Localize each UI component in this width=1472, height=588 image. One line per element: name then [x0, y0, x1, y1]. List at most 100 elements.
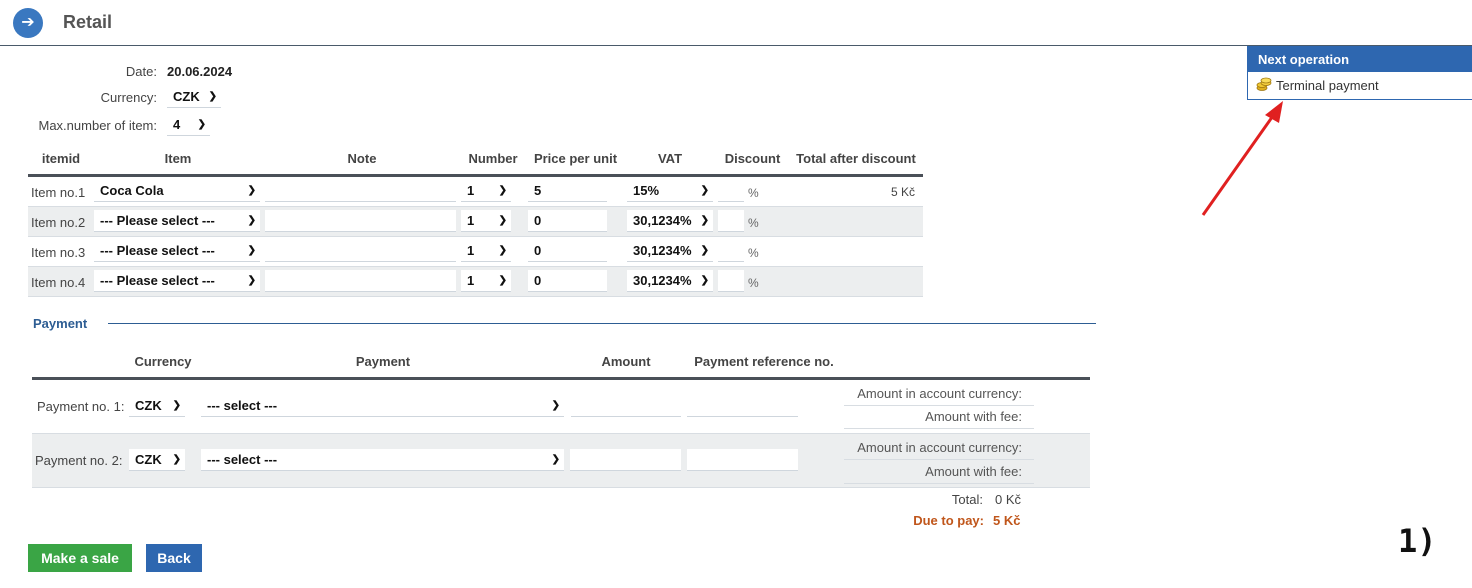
- payment-reference-input[interactable]: [687, 395, 798, 417]
- discount-input[interactable]: [718, 180, 744, 202]
- chevron-down-icon: ❯: [208, 91, 217, 102]
- payment-currency-select[interactable]: CZK ❯: [129, 449, 185, 471]
- number-select[interactable]: 1 ❯: [461, 240, 511, 262]
- col-vat: VAT: [657, 151, 683, 166]
- vat-select[interactable]: 15% ❯: [627, 180, 713, 202]
- chevron-down-icon: ❯: [498, 245, 507, 256]
- payment-amount-input[interactable]: [571, 395, 681, 417]
- total-amount: 0 Kč: [995, 492, 1022, 507]
- currency-select[interactable]: CZK ❯: [167, 86, 221, 108]
- note-input[interactable]: [265, 210, 456, 232]
- max-items-select[interactable]: 4 ❯: [167, 114, 210, 136]
- table-row: Item no.2 --- Please select --- ❯ 1 ❯ 0 30…: [28, 207, 923, 237]
- item-select[interactable]: --- Please select --- ❯: [94, 240, 260, 262]
- payment-currency-select[interactable]: CZK ❯: [129, 395, 185, 417]
- annotation-arrow-icon: [1201, 101, 1283, 216]
- amount-with-fee-label: Amount with fee:: [925, 409, 1022, 424]
- table-row: Item no.1 Coca Cola ❯ 1 ❯ 5 15% ❯ % 5 Kč: [28, 177, 923, 207]
- percent-sign: %: [748, 186, 759, 200]
- price-input[interactable]: 0: [528, 210, 607, 232]
- chevron-down-icon: ❯: [498, 185, 507, 196]
- col-pay-reference: Payment reference no.: [694, 354, 834, 369]
- table-row: Item no.3 --- Please select --- ❯ 1 ❯ 0 30…: [28, 237, 923, 267]
- payment-amount-input[interactable]: [570, 449, 681, 471]
- due-label: Due to pay:: [913, 513, 984, 528]
- table-row: Item no.4 --- Please select --- ❯ 1 ❯ 0 30…: [28, 267, 923, 297]
- chevron-down-icon: ❯: [498, 215, 507, 226]
- price-input[interactable]: 0: [528, 240, 607, 262]
- col-price: Price per unit: [533, 151, 618, 166]
- chevron-down-icon: ❯: [700, 245, 709, 256]
- payment-row: Payment no. 1: CZK ❯ --- select --- ❯ Amou…: [32, 380, 1090, 434]
- top-bar: ➔ Retail: [0, 0, 1472, 46]
- col-item: Item: [164, 151, 192, 166]
- item-id: Item no.1: [31, 185, 86, 200]
- coins-icon: [1256, 77, 1272, 93]
- chevron-down-icon: ❯: [498, 275, 507, 286]
- percent-sign: %: [748, 216, 759, 230]
- date-value: 20.06.2024: [167, 64, 233, 79]
- chevron-down-icon: ❯: [551, 400, 560, 411]
- payment-section-title: Payment: [33, 316, 88, 331]
- chevron-down-icon: ❯: [247, 245, 256, 256]
- percent-sign: %: [748, 246, 759, 260]
- percent-sign: %: [748, 276, 759, 290]
- col-pay-currency: Currency: [134, 354, 192, 369]
- currency-label: Currency:: [100, 90, 157, 105]
- amount-with-fee-label: Amount with fee:: [925, 464, 1022, 479]
- item-id: Item no.4: [31, 275, 86, 290]
- col-total: Total after discount: [796, 151, 916, 166]
- discount-input[interactable]: [718, 240, 744, 262]
- chevron-down-icon: ❯: [172, 400, 181, 411]
- next-operation-panel: Next operation Terminal payment: [1247, 46, 1472, 100]
- item-id: Item no.3: [31, 245, 86, 260]
- price-input[interactable]: 0: [528, 270, 607, 292]
- back-button[interactable]: Back: [146, 544, 202, 572]
- price-input[interactable]: 5: [528, 180, 607, 202]
- total-value: 5 Kč: [890, 185, 915, 199]
- note-input[interactable]: [265, 180, 456, 202]
- terminal-payment-label: Terminal payment: [1276, 77, 1379, 93]
- make-sale-button[interactable]: Make a sale: [28, 544, 132, 572]
- col-pay-amount: Amount: [601, 354, 651, 369]
- terminal-payment-link[interactable]: Terminal payment: [1256, 77, 1379, 93]
- max-items-label: Max.number of item:: [38, 118, 158, 133]
- payment-method-select[interactable]: --- select --- ❯: [201, 395, 564, 417]
- arrow-right-icon[interactable]: ➔: [13, 8, 43, 38]
- page-title: Retail: [63, 12, 113, 32]
- item-select[interactable]: --- Please select --- ❯: [94, 270, 260, 292]
- col-itemid: itemid: [41, 151, 81, 166]
- divider: [844, 428, 1034, 429]
- note-input[interactable]: [265, 270, 456, 292]
- section-divider: [108, 323, 1096, 324]
- divider: [844, 459, 1034, 460]
- note-input[interactable]: [265, 240, 456, 262]
- number-select[interactable]: 1 ❯: [461, 270, 511, 292]
- item-select[interactable]: Coca Cola ❯: [94, 180, 260, 202]
- chevron-down-icon: ❯: [700, 185, 709, 196]
- chevron-down-icon: ❯: [247, 275, 256, 286]
- vat-select[interactable]: 30,1234% ❯: [627, 240, 713, 262]
- divider: [844, 405, 1034, 406]
- chevron-down-icon: ❯: [197, 119, 206, 130]
- amount-account-currency-label: Amount in account currency:: [857, 386, 1022, 401]
- panel-title: Next operation: [1248, 47, 1472, 72]
- amount-account-currency-label: Amount in account currency:: [857, 440, 1022, 455]
- item-select[interactable]: --- Please select --- ❯: [94, 210, 260, 232]
- payment-method-select[interactable]: --- select --- ❯: [201, 449, 564, 471]
- col-number: Number: [468, 151, 518, 166]
- discount-input[interactable]: [718, 270, 744, 292]
- chevron-down-icon: ❯: [247, 185, 256, 196]
- number-select[interactable]: 1 ❯: [461, 210, 511, 232]
- payment-row: Payment no. 2: CZK ❯ --- select --- ❯ Amou…: [32, 434, 1090, 488]
- number-select[interactable]: 1 ❯: [461, 180, 511, 202]
- payment-reference-input[interactable]: [687, 449, 798, 471]
- vat-select[interactable]: 30,1234% ❯: [627, 210, 713, 232]
- payment-label: Payment no. 2:: [35, 453, 123, 468]
- vat-select[interactable]: 30,1234% ❯: [627, 270, 713, 292]
- chevron-down-icon: ❯: [247, 215, 256, 226]
- col-discount: Discount: [724, 151, 781, 166]
- step-label: 1): [1398, 522, 1437, 560]
- discount-input[interactable]: [718, 210, 744, 232]
- chevron-down-icon: ❯: [700, 275, 709, 286]
